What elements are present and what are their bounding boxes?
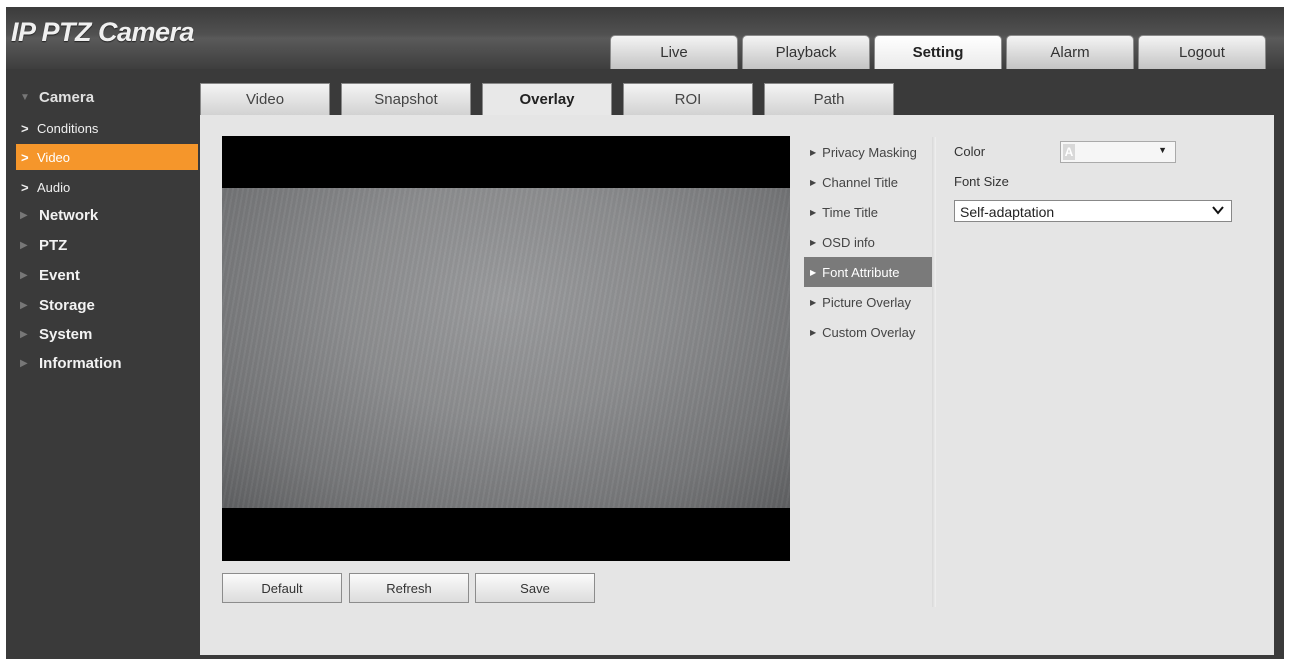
sidebar-group-network[interactable]: ▶ Network [6,201,200,229]
chevron-right-icon: > [21,120,29,136]
sidebar-group-label: Network [39,206,99,224]
sidebar-group-camera[interactable]: ▼ Camera [6,83,200,111]
menu-item-channel-title[interactable]: ▶ Channel Title [804,167,932,197]
chevron-right-icon: > [21,149,29,165]
menu-item-custom-overlay[interactable]: ▶ Custom Overlay [804,317,932,347]
menu-item-time-title[interactable]: ▶ Time Title [804,197,932,227]
triangle-right-icon: ▶ [810,327,817,337]
triangle-right-icon: ▶ [810,177,817,187]
triangle-right-icon: ▶ [20,299,28,311]
font-size-select[interactable]: Self-adaptation [954,200,1232,222]
subtab-roi[interactable]: ROI [623,83,753,115]
header-bar: IP PTZ Camera Live Playback Setting Alar… [6,7,1284,69]
font-size-value: Self-adaptation [960,204,1055,220]
top-navigation: Live Playback Setting Alarm Logout [610,35,1266,69]
sidebar-group-event[interactable]: ▶ Event [6,261,200,289]
sidebar-group-ptz[interactable]: ▶ PTZ [6,231,200,259]
sidebar-group-label: Event [39,266,80,284]
sidebar-item-label: Audio [37,179,71,195]
nav-tab-logout[interactable]: Logout [1138,35,1266,69]
nav-tab-setting[interactable]: Setting [874,35,1002,69]
triangle-right-icon: ▶ [20,239,28,251]
triangle-right-icon: ▶ [810,147,817,157]
menu-divider [932,137,936,607]
caret-down-icon: ▼ [1158,145,1167,155]
sidebar-item-audio[interactable]: > Audio [16,174,198,200]
menu-item-label: Privacy Masking [822,144,917,160]
triangle-right-icon: ▶ [20,328,28,340]
menu-item-label: Channel Title [822,174,899,190]
triangle-right-icon: ▶ [20,209,28,221]
menu-item-privacy-masking[interactable]: ▶ Privacy Masking [804,137,932,167]
camera-image [222,188,790,508]
chevron-right-icon: > [21,179,29,195]
color-swatch-icon: A [1063,144,1075,160]
color-picker[interactable]: A ▼ [1060,141,1176,163]
triangle-right-icon: ▶ [810,207,817,217]
menu-item-label: Time Title [822,204,879,220]
triangle-down-icon: ▼ [20,91,30,103]
sidebar-item-label: Conditions [37,120,99,136]
sidebar-group-label: System [39,325,93,343]
subtab-video[interactable]: Video [200,83,330,115]
video-preview[interactable] [222,136,790,561]
sidebar-group-storage[interactable]: ▶ Storage [6,291,200,319]
nav-tab-playback[interactable]: Playback [742,35,870,69]
menu-item-label: Custom Overlay [822,324,916,340]
menu-item-font-attribute[interactable]: ▶ Font Attribute [804,257,932,287]
color-label: Color [954,144,986,159]
menu-item-label: Picture Overlay [822,294,912,310]
default-button[interactable]: Default [222,573,342,603]
nav-tab-live[interactable]: Live [610,35,738,69]
sidebar-item-video[interactable]: > Video [16,144,198,170]
triangle-right-icon: ▶ [20,357,28,369]
menu-item-label: OSD info [822,234,875,250]
sidebar-group-system[interactable]: ▶ System [6,320,200,348]
triangle-right-icon: ▶ [810,237,817,247]
chevron-down-icon [1211,203,1225,220]
sidebar-group-label: PTZ [39,236,68,254]
refresh-button[interactable]: Refresh [349,573,469,603]
sidebar-group-label: Storage [39,296,95,314]
triangle-right-icon: ▶ [810,267,817,277]
font-size-label: Font Size [954,174,1009,189]
save-button[interactable]: Save [475,573,595,603]
app-title: IP PTZ Camera [11,17,195,47]
nav-tab-alarm[interactable]: Alarm [1006,35,1134,69]
subtab-snapshot[interactable]: Snapshot [341,83,471,115]
subtab-overlay[interactable]: Overlay [482,83,612,115]
subtab-path[interactable]: Path [764,83,894,115]
sidebar: ▼ Camera > Conditions > Video > Audio ▶ … [6,69,200,659]
menu-item-picture-overlay[interactable]: ▶ Picture Overlay [804,287,932,317]
overlay-panel: Default Refresh Save ▶ Privacy Masking ▶… [200,115,1274,655]
menu-item-osd-info[interactable]: ▶ OSD info [804,227,932,257]
triangle-right-icon: ▶ [810,297,817,307]
settings-subtabs: Video Snapshot Overlay ROI Path [200,83,905,115]
sidebar-group-label: Information [39,354,122,372]
menu-item-label: Font Attribute [822,264,900,280]
sidebar-item-conditions[interactable]: > Conditions [16,115,198,141]
sidebar-group-label: Camera [39,88,95,106]
triangle-right-icon: ▶ [20,269,28,281]
app-frame: IP PTZ Camera Live Playback Setting Alar… [6,7,1284,659]
sidebar-item-label: Video [37,149,71,165]
sidebar-group-information[interactable]: ▶ Information [6,349,200,377]
overlay-menu: ▶ Privacy Masking ▶ Channel Title ▶ Time… [804,137,932,347]
